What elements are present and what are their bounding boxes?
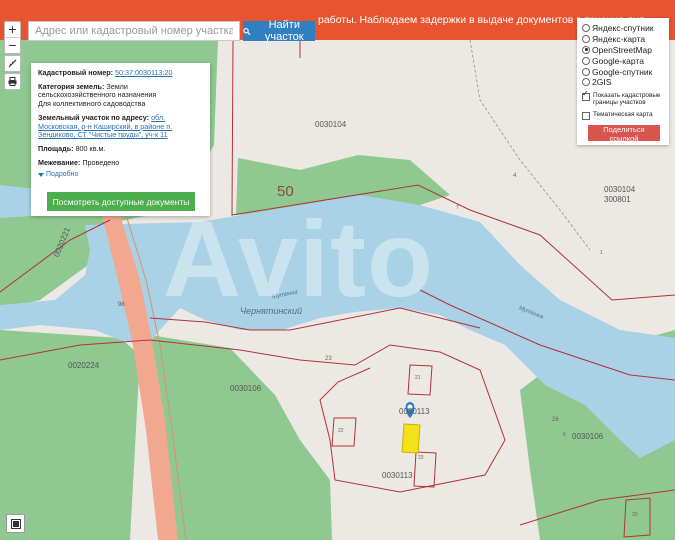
zoom-out-button[interactable]: −: [5, 37, 20, 53]
layer-option-google-map[interactable]: Google-карта: [582, 55, 664, 66]
cadastral-number-label: Кадастровый номер:: [38, 68, 114, 77]
plot-number-label: 20: [632, 512, 638, 518]
cadastral-quarter-label: 300801: [604, 195, 631, 204]
plot-number-label: 6: [563, 432, 566, 438]
show-boundaries-label: Показать кадастровые границы участков: [593, 91, 661, 107]
checkbox-icon: [582, 111, 590, 120]
layer-option-2gis[interactable]: 2GIS: [582, 77, 664, 88]
thematic-map-label: Тематическая карта: [593, 110, 653, 118]
layer-option-yandex-satellite[interactable]: Яндекс-спутник: [582, 23, 664, 34]
search-button-label: Найти участок: [264, 19, 304, 43]
radio-icon: [582, 67, 590, 76]
layer-option-openstreetmap[interactable]: OpenStreetMap: [582, 45, 664, 56]
view-documents-button[interactable]: Посмотреть доступные документы: [47, 192, 195, 211]
measure-button[interactable]: [4, 55, 21, 72]
plot-number-label: 21: [415, 375, 421, 381]
fullscreen-button[interactable]: [6, 514, 25, 533]
print-button[interactable]: [4, 73, 21, 90]
radio-selected-icon: [582, 45, 590, 54]
layer-option-yandex-map[interactable]: Яндекс-карта: [582, 34, 664, 45]
details-toggle-label: Подробно: [46, 171, 79, 179]
thematic-map-checkbox[interactable]: Тематическая карта: [582, 111, 664, 120]
radio-icon: [582, 35, 590, 44]
address-label: Земельный участок по адресу:: [38, 112, 150, 122]
layer-option-label: Google-карта: [592, 55, 644, 66]
cadastral-quarter-label: 0030113: [399, 407, 430, 416]
share-link-button[interactable]: Поделиться ссылкой: [588, 125, 660, 143]
layer-option-label: Яндекс-карта: [592, 34, 646, 45]
zoom-control: + −: [4, 21, 21, 54]
plot-number-label: 1: [600, 250, 603, 256]
cadastral-quarter-label: 0030106: [572, 432, 604, 441]
road-number-label: 98: [118, 302, 125, 308]
checkbox-checked-icon: [582, 90, 590, 101]
radio-icon: [582, 78, 590, 87]
layer-option-label: OpenStreetMap: [592, 44, 653, 55]
cadastral-quarter-label: 0030104: [604, 185, 636, 194]
print-icon: [8, 77, 17, 86]
land-category-label: Категория земель:: [38, 81, 105, 91]
cadastral-number-link[interactable]: 50:37:0030113:20: [115, 68, 172, 77]
selected-parcel: [401, 423, 421, 454]
plot-number-label: 26: [552, 417, 559, 423]
parcel-info-card: Кадастровый номер: 50:37:0030113:20 Кате…: [31, 63, 210, 216]
layer-option-label: Яндекс-спутник: [592, 23, 654, 34]
radio-icon: [582, 24, 590, 33]
land-use-value: Для коллективного садоводства: [38, 99, 146, 109]
show-boundaries-checkbox[interactable]: Показать кадастровые границы участков: [582, 90, 664, 107]
cadastral-quarter-label: 0020224: [68, 361, 100, 370]
radio-icon: [582, 56, 590, 65]
zoom-in-button[interactable]: +: [5, 22, 20, 37]
ruler-icon: [8, 59, 17, 68]
layer-option-label: Google-спутник: [592, 66, 653, 77]
caret-down-icon: [38, 173, 44, 178]
fullscreen-icon: [10, 518, 21, 529]
area-value: 800 кв.м.: [75, 143, 106, 153]
cadastral-quarter-label: 0030113: [382, 471, 413, 480]
search-input[interactable]: [28, 21, 240, 41]
layer-option-label: 2GIS: [592, 77, 612, 88]
search-button[interactable]: Найти участок: [243, 19, 315, 43]
layer-switcher: Яндекс-спутник Яндекс-карта OpenStreetMa…: [577, 18, 669, 145]
layer-option-google-satellite[interactable]: Google-спутник: [582, 66, 664, 77]
search-icon: [243, 27, 251, 35]
area-label: Площадь:: [38, 143, 74, 153]
cadastral-quarter-label: 0030104: [315, 120, 347, 129]
cadastral-quarter-label: 0030106: [230, 384, 262, 393]
survey-label: Межевание:: [38, 157, 81, 167]
details-toggle[interactable]: Подробно: [38, 171, 203, 180]
plot-number-label: 7: [456, 205, 459, 211]
plot-number-label: 4: [513, 173, 517, 179]
survey-value: Проведено: [82, 157, 120, 167]
plot-number-label: 23: [418, 455, 424, 461]
plot-number-label: 22: [338, 428, 344, 434]
plot-number-label: 23: [325, 356, 332, 362]
